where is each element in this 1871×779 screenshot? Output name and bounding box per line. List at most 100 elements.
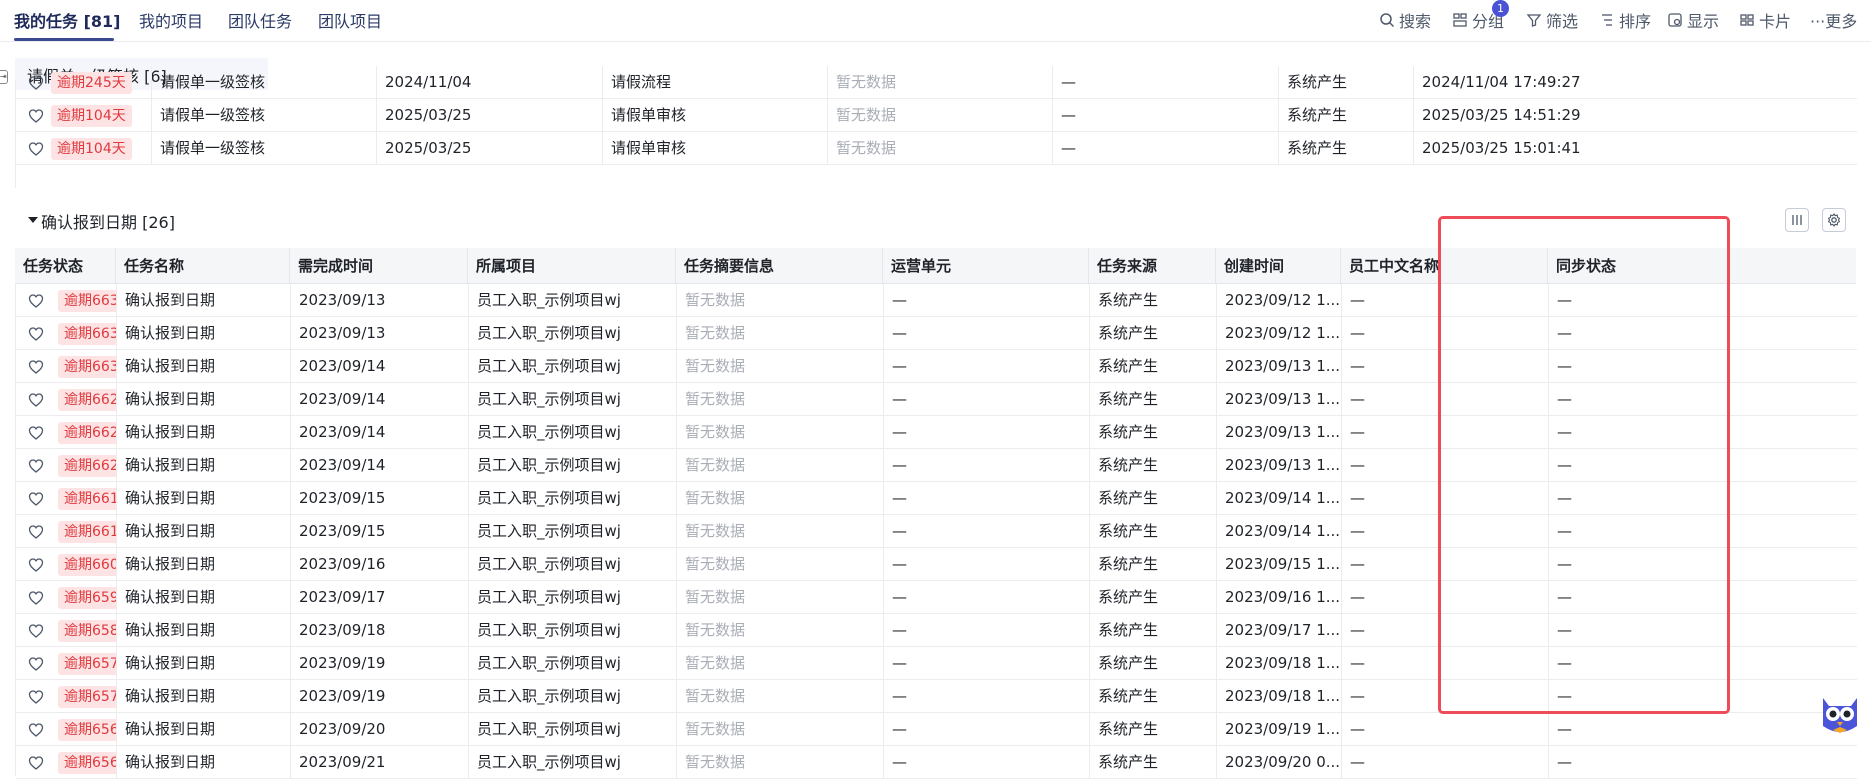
- column-header[interactable]: 所属项目: [467, 248, 675, 284]
- tab-team-projects[interactable]: 团队项目: [318, 8, 382, 32]
- table-row[interactable]: 逾期663天确认报到日期 2023/09/13 员工入职_示例项目wj 暂无数据 — 系统…: [16, 284, 1857, 317]
- cell-created: 2024/11/04 17:49:27: [1413, 66, 1583, 99]
- column-header[interactable]: 创建时间: [1215, 248, 1340, 284]
- heart-icon[interactable]: [28, 326, 44, 342]
- cell-text: 系统产生: [1098, 654, 1159, 672]
- column-header[interactable]: 需完成时间: [289, 248, 467, 284]
- table-row[interactable]: 逾期662天确认报到日期 2023/09/14 员工入职_示例项目wj 暂无数据 — 系统…: [16, 449, 1857, 482]
- column-header[interactable]: 同步状态: [1547, 248, 1856, 284]
- owl-assistant-icon[interactable]: [1815, 688, 1865, 738]
- cell-text: —: [1061, 139, 1076, 157]
- cell-text: 2023/09/14: [299, 423, 386, 441]
- display-button[interactable]: 显示: [1667, 8, 1719, 32]
- cell-date: 2025/03/25: [376, 99, 602, 132]
- cell-source: 系统产生: [1089, 482, 1216, 515]
- heart-icon[interactable]: [28, 458, 44, 474]
- heart-icon[interactable]: [28, 108, 44, 124]
- tab-my-tasks[interactable]: 我的任务 [81]: [14, 8, 120, 32]
- cell-text: —: [1350, 390, 1365, 408]
- table-row[interactable]: 逾期104天 请假单一级签核 2025/03/25 请假单审核 暂无数据 — 系统产生 202…: [16, 99, 1857, 132]
- cell-text: —: [1350, 291, 1365, 309]
- heart-icon[interactable]: [28, 392, 44, 408]
- table-row[interactable]: 逾期656天确认报到日期 2023/09/21 员工入职_示例项目wj 暂无数据 — 系统…: [16, 746, 1857, 779]
- cell-text: 2023/09/17: [299, 588, 386, 606]
- card-view-button[interactable]: 卡片: [1739, 8, 1791, 32]
- column-header[interactable]: 员工中文名称: [1340, 248, 1547, 284]
- cell-status: 逾期245天: [16, 66, 151, 99]
- cell-text: 2025/03/25 14:51:29: [1422, 106, 1581, 124]
- column-header[interactable]: 任务摘要信息: [675, 248, 882, 284]
- cell-created: 2023/09/19 1...: [1216, 713, 1341, 746]
- collapse-arrow-icon[interactable]: [28, 217, 38, 223]
- cell-text: 员工入职_示例项目wj: [477, 621, 621, 639]
- table-row[interactable]: 逾期663天确认报到日期 2023/09/13 员工入职_示例项目wj 暂无数据 — 系统…: [16, 317, 1857, 350]
- table-row[interactable]: 逾期659天确认报到日期 2023/09/17 员工入职_示例项目wj 暂无数据 — 系统…: [16, 581, 1857, 614]
- heart-icon[interactable]: [28, 557, 44, 573]
- heart-icon[interactable]: [28, 590, 44, 606]
- group-header-confirm-date[interactable]: 确认报到日期 [26]: [41, 209, 175, 233]
- side-panel-handle[interactable]: ⇥: [0, 70, 8, 84]
- cell-emp: —: [1341, 317, 1548, 350]
- cell-text: 2023/09/14 1...: [1225, 489, 1341, 507]
- tab-my-projects[interactable]: 我的项目: [139, 8, 203, 32]
- table-settings-button[interactable]: [1822, 208, 1846, 232]
- more-button[interactable]: ···更多: [1810, 8, 1857, 32]
- cell-text: 2023/09/12 1...: [1225, 291, 1341, 309]
- table-row[interactable]: 逾期104天 请假单一级签核 2025/03/25 请假单审核 暂无数据 — 系统产生 202…: [16, 132, 1857, 165]
- heart-icon[interactable]: [28, 491, 44, 507]
- heart-icon[interactable]: [28, 623, 44, 639]
- cell-date: 2023/09/13: [290, 284, 468, 317]
- table-row[interactable]: 逾期656天确认报到日期 2023/09/20 员工入职_示例项目wj 暂无数据 — 系统…: [16, 713, 1857, 746]
- column-header[interactable]: 任务来源: [1088, 248, 1215, 284]
- cell-text: 暂无数据: [685, 621, 746, 639]
- cell-text: 确认报到日期: [125, 324, 216, 342]
- column-header[interactable]: 任务状态: [15, 248, 115, 284]
- cell-source: 系统产生: [1089, 581, 1216, 614]
- overdue-tag: 逾期656天: [58, 719, 116, 741]
- cell-created: 2023/09/17 1...: [1216, 614, 1341, 647]
- table-row[interactable]: 逾期663天确认报到日期 2023/09/14 员工入职_示例项目wj 暂无数据 — 系统…: [16, 350, 1857, 383]
- heart-icon[interactable]: [28, 141, 44, 157]
- cell-text: —: [892, 588, 907, 606]
- cell-sync: —: [1548, 416, 1857, 449]
- table-row[interactable]: 逾期662天确认报到日期 2023/09/14 员工入职_示例项目wj 暂无数据 — 系统…: [16, 416, 1857, 449]
- table-row[interactable]: 逾期661天确认报到日期 2023/09/15 员工入职_示例项目wj 暂无数据 — 系统…: [16, 515, 1857, 548]
- table-row[interactable]: 逾期660天确认报到日期 2023/09/16 员工入职_示例项目wj 暂无数据 — 系统…: [16, 548, 1857, 581]
- cell-text: —: [892, 390, 907, 408]
- heart-icon[interactable]: [28, 75, 44, 91]
- tab-team-tasks[interactable]: 团队任务: [228, 8, 292, 32]
- cell-date: 2024/11/04: [376, 66, 602, 99]
- cell-text: 2023/09/14 1...: [1225, 522, 1341, 540]
- search-button[interactable]: 搜索: [1379, 8, 1431, 32]
- column-settings-button[interactable]: [1785, 208, 1809, 232]
- column-header[interactable]: 运营单元: [882, 248, 1088, 284]
- table-row[interactable]: 逾期245天 请假单一级签核 2024/11/04 请假流程 暂无数据 — 系统产生 2024…: [16, 66, 1857, 99]
- filter-button[interactable]: 筛选: [1526, 8, 1578, 32]
- cell-status: 逾期657天: [16, 680, 116, 713]
- table-row[interactable]: 逾期657天确认报到日期 2023/09/19 员工入职_示例项目wj 暂无数据 — 系统…: [16, 680, 1857, 713]
- sort-button[interactable]: 排序: [1599, 8, 1651, 32]
- table-row[interactable]: 逾期662天确认报到日期 2023/09/14 员工入职_示例项目wj 暂无数据 — 系统…: [16, 383, 1857, 416]
- cell-date: 2023/09/13: [290, 317, 468, 350]
- cell-name: 确认报到日期: [116, 350, 290, 383]
- heart-icon[interactable]: [28, 656, 44, 672]
- cell-summary: 暂无数据: [827, 132, 1052, 165]
- heart-icon[interactable]: [28, 524, 44, 540]
- table-row[interactable]: 逾期658天确认报到日期 2023/09/18 员工入职_示例项目wj 暂无数据 — 系统…: [16, 614, 1857, 647]
- cell-text: —: [1557, 753, 1572, 771]
- heart-icon[interactable]: [28, 689, 44, 705]
- heart-icon[interactable]: [28, 755, 44, 771]
- cell-text: 员工入职_示例项目wj: [477, 522, 621, 540]
- heart-icon[interactable]: [28, 425, 44, 441]
- heart-icon[interactable]: [28, 722, 44, 738]
- cell-text: —: [1557, 621, 1572, 639]
- cell-date: 2023/09/14: [290, 449, 468, 482]
- table-row[interactable]: 逾期661天确认报到日期 2023/09/15 员工入职_示例项目wj 暂无数据 — 系统…: [16, 482, 1857, 515]
- table-row[interactable]: 逾期657天确认报到日期 2023/09/19 员工入职_示例项目wj 暂无数据 — 系统…: [16, 647, 1857, 680]
- column-header[interactable]: 任务名称: [115, 248, 289, 284]
- heart-icon[interactable]: [28, 293, 44, 309]
- heart-icon[interactable]: [28, 359, 44, 375]
- group-button[interactable]: 分组 1: [1452, 0, 1509, 32]
- cell-text: 暂无数据: [685, 456, 746, 474]
- cell-unit: —: [883, 350, 1089, 383]
